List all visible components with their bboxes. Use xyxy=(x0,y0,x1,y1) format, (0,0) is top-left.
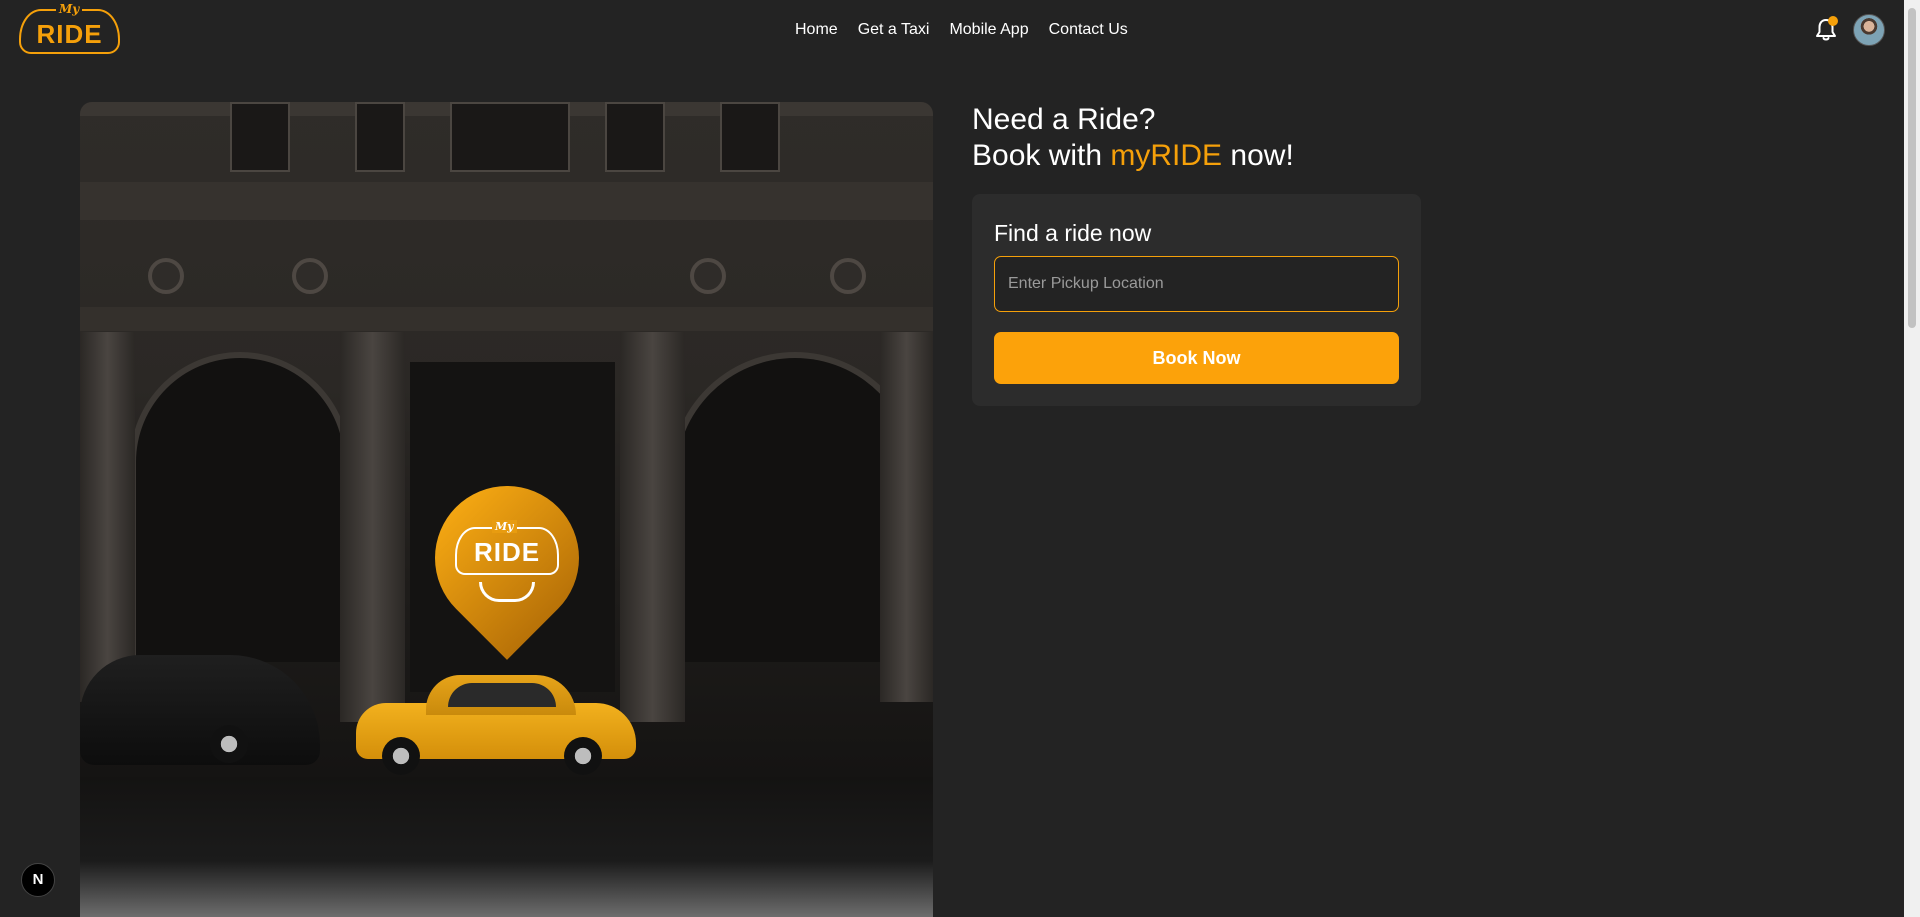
dev-tools-badge[interactable]: N xyxy=(21,863,55,897)
headline-suffix: now! xyxy=(1222,139,1294,172)
taxi-wheel xyxy=(564,737,602,775)
car-wheel xyxy=(210,725,248,763)
hero-taxi-image: My RIDE xyxy=(80,102,933,917)
logo-my-text: My xyxy=(56,2,83,16)
facade-window xyxy=(605,102,665,172)
headline-line-2: Book with myRIDE now! xyxy=(972,138,1294,174)
facade-window xyxy=(355,102,405,172)
facade-window xyxy=(720,102,780,172)
nav-contact-us-link[interactable]: Contact Us xyxy=(1049,19,1128,41)
nav-home-link[interactable]: Home xyxy=(795,19,838,41)
dark-car xyxy=(80,655,320,765)
headline-brand: myRIDE xyxy=(1110,139,1223,172)
headline-prefix: Book with xyxy=(972,139,1111,172)
myride-logo[interactable]: My RIDE xyxy=(19,2,120,56)
facade-medallion xyxy=(148,258,184,294)
page-scrollbar[interactable] xyxy=(1904,0,1920,917)
facade-column xyxy=(620,332,685,722)
yellow-taxi xyxy=(356,675,636,775)
headline-line-1: Need a Ride? xyxy=(972,103,1156,136)
nav-get-a-taxi-link[interactable]: Get a Taxi xyxy=(858,19,930,41)
facade-medallion xyxy=(830,258,866,294)
nav-mobile-app-link[interactable]: Mobile App xyxy=(949,19,1028,41)
taxi-wheel xyxy=(382,737,420,775)
pickup-location-input[interactable] xyxy=(994,256,1399,312)
location-pin-logo: My RIDE xyxy=(405,456,609,660)
facade-column xyxy=(340,332,405,722)
main-nav: Home Get a Taxi Mobile App Contact Us xyxy=(795,19,1128,41)
avatar[interactable] xyxy=(1853,14,1885,46)
facade-arch xyxy=(130,352,350,662)
bell-icon[interactable] xyxy=(1813,16,1839,43)
facade-window xyxy=(230,102,290,172)
facade-column xyxy=(80,332,135,702)
facade-medallion xyxy=(292,258,328,294)
facade-cornice xyxy=(80,182,933,220)
logo-ride-text: RIDE xyxy=(36,19,103,49)
book-now-button[interactable]: Book Now xyxy=(994,332,1399,384)
top-navbar: My RIDE Home Get a Taxi Mobile App Conta… xyxy=(0,0,1904,60)
facade-medallion xyxy=(690,258,726,294)
find-ride-card: Find a ride now Book Now xyxy=(972,194,1421,406)
scrollbar-thumb[interactable] xyxy=(1908,8,1916,328)
street xyxy=(80,777,933,917)
booking-headline: Need a Ride? Book with myRIDE now! xyxy=(972,102,1294,174)
facade-ledge xyxy=(80,307,933,331)
notification-dot xyxy=(1828,16,1838,26)
facade-column xyxy=(880,332,933,702)
taxi-window xyxy=(448,683,556,707)
pin-logo-ride-text: RIDE xyxy=(473,537,541,567)
facade-window xyxy=(450,102,570,172)
card-title: Find a ride now xyxy=(994,220,1152,246)
pin-logo-my-text: My xyxy=(492,520,517,533)
